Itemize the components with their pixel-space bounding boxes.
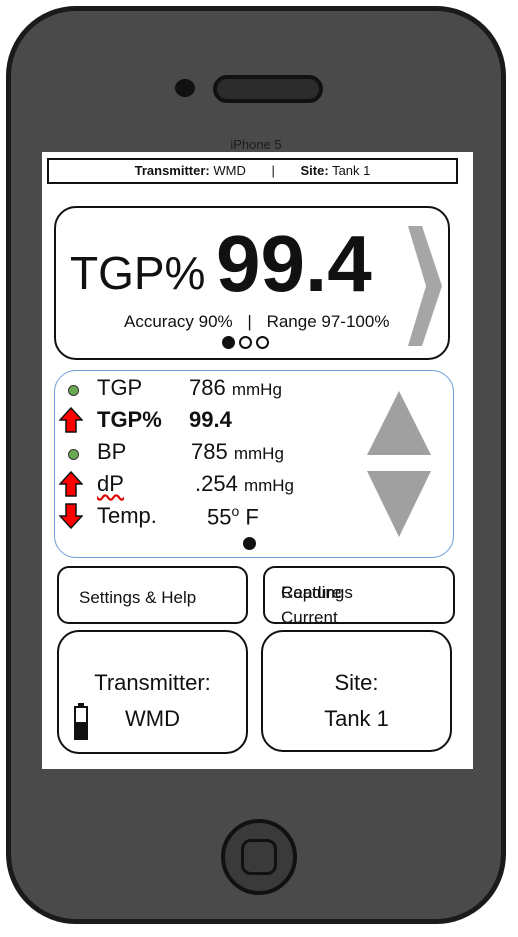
header-site-value: Tank 1 (332, 163, 371, 178)
status-header: Transmitter: WMD | Site: Tank 1 (47, 158, 458, 184)
reading-row: TGP% 99.4 (55, 405, 375, 437)
reading-value: 55o F (207, 503, 259, 530)
reading-name: dP (97, 471, 124, 496)
reading-name: Temp. (97, 503, 157, 528)
primary-reading-value: 99.4 (216, 219, 372, 308)
transmitter-card[interactable]: Transmitter: WMD (57, 630, 248, 754)
settings-help-button[interactable]: Settings & Help (57, 566, 248, 624)
reading-name: BP (97, 439, 127, 464)
scroll-arrows (367, 391, 431, 537)
green-dot-icon (59, 439, 83, 465)
reading-value: 99.4 (189, 407, 232, 433)
reading-number: 785 (191, 439, 228, 464)
red-up-arrow-icon (59, 471, 83, 497)
site-card-label: Site: (334, 670, 379, 695)
scroll-up-arrow-icon[interactable] (367, 391, 431, 455)
reading-unit: mmHg (231, 380, 282, 399)
reading-unit: mmHg (243, 476, 295, 495)
reading-row: BP 785 mmHg (55, 437, 375, 469)
page-dot-2[interactable] (239, 336, 252, 349)
green-dot-icon (59, 375, 83, 401)
site-card[interactable]: Site: Tank 1 (261, 630, 452, 752)
chevron-right-icon[interactable] (408, 226, 442, 346)
reading-unit: F (245, 504, 259, 530)
app-screen: Transmitter: WMD | Site: Tank 1 TGP% 99.… (42, 152, 473, 769)
accuracy-separator: | (247, 312, 252, 331)
reading-name: TGP (97, 375, 143, 400)
page-dot-3[interactable] (256, 336, 269, 349)
range-text: Range 97-100% (266, 312, 390, 331)
site-card-value: Tank 1 (324, 706, 389, 731)
scroll-down-arrow-icon[interactable] (367, 471, 431, 537)
red-up-arrow-icon (59, 407, 83, 433)
readings-panel: TGP 786 mmHg TGP% 99.4 BP 785 mmHg dP .2… (54, 370, 454, 558)
reading-row: dP .254 mmHg (55, 469, 375, 501)
primary-reading-card[interactable]: TGP% 99.4 Accuracy 90% | Range 97-100% (54, 206, 450, 360)
header-transmitter-value: WMD (213, 163, 246, 178)
reading-value: 786 mmHg (189, 375, 282, 401)
reading-number: .254 (195, 471, 238, 496)
reading-row: Temp. 55o F (55, 501, 375, 533)
reading-value: .254 mmHg (195, 471, 294, 497)
transmitter-card-label: Transmitter: (94, 670, 211, 695)
primary-reading-label: TGP% (70, 247, 206, 299)
settings-help-label: Settings & Help (79, 588, 197, 607)
home-button[interactable] (221, 819, 297, 895)
red-down-arrow-icon (59, 503, 83, 529)
camera-icon (175, 79, 195, 97)
page-indicator (222, 336, 269, 349)
reading-name: TGP% (97, 407, 162, 432)
accuracy-range-line: Accuracy 90% | Range 97-100% (124, 312, 389, 332)
reading-unit: mmHg (233, 444, 284, 463)
battery-icon (74, 703, 88, 740)
page-dot-1[interactable] (222, 336, 235, 349)
reading-row: TGP 786 mmHg (55, 373, 375, 405)
capture-line-2: Readings (281, 583, 353, 602)
capture-readings-button[interactable]: Capture Current Readings (263, 566, 455, 627)
degree-symbol: o (231, 503, 240, 519)
device-model-label: iPhone 5 (230, 137, 282, 152)
header-transmitter-key: Transmitter: (134, 163, 210, 178)
reading-value: 785 mmHg (191, 439, 284, 465)
speaker-icon (213, 75, 323, 103)
reading-number: 55 (207, 504, 232, 530)
header-separator: | (271, 163, 275, 178)
accuracy-text: Accuracy 90% (124, 312, 233, 331)
reading-number: 786 (189, 375, 226, 400)
readings-page-dot (243, 537, 256, 550)
reading-number: 99.4 (189, 407, 232, 432)
header-site-key: Site: (300, 163, 329, 178)
home-square-icon (241, 839, 277, 875)
